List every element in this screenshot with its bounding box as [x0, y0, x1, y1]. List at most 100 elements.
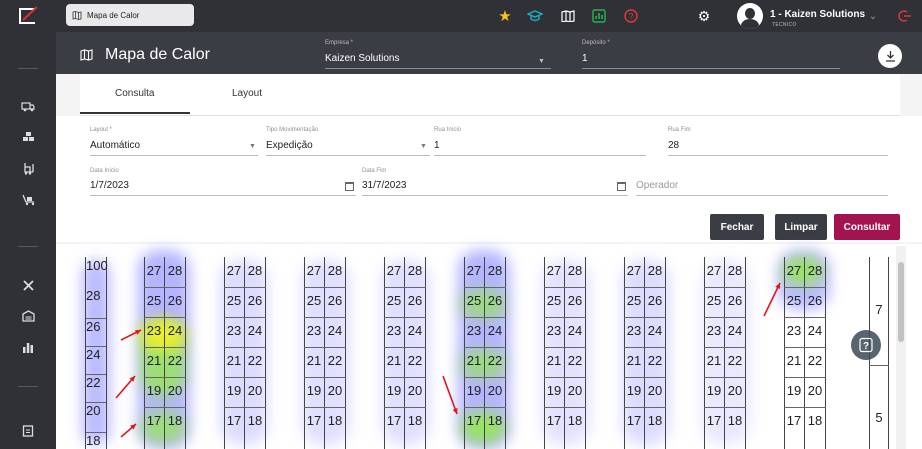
rack-slot[interactable]: 21	[784, 353, 804, 368]
rack-slot[interactable]: 20	[405, 383, 425, 398]
rack-slot[interactable]: 24	[565, 323, 585, 338]
rack-slot[interactable]: 25	[624, 293, 644, 308]
scrollbar-thumb[interactable]	[898, 262, 904, 342]
rack-slot[interactable]: 18	[245, 413, 265, 428]
rack-cell-label[interactable]: 26	[86, 318, 106, 334]
rack-slot[interactable]: 20	[325, 383, 345, 398]
download-button[interactable]	[878, 44, 902, 68]
gear-icon[interactable]: ⚙	[695, 7, 713, 25]
pallet-jack-icon[interactable]	[18, 190, 38, 210]
rack-slot[interactable]: 17	[384, 413, 404, 428]
rack-slot[interactable]: 25	[464, 293, 484, 308]
rack-slot[interactable]: 23	[304, 323, 324, 338]
rack-slot[interactable]: 24	[405, 323, 425, 338]
rack-slot[interactable]: 20	[725, 383, 745, 398]
rack-slot[interactable]: 24	[245, 323, 265, 338]
deposito-select[interactable]: 1	[582, 53, 588, 64]
rack-slot[interactable]: 23	[464, 323, 484, 338]
rack-slot[interactable]: 23	[784, 323, 804, 338]
rack-slot[interactable]: 23	[544, 323, 564, 338]
rack-slot[interactable]: 21	[384, 353, 404, 368]
rack-slot[interactable]: 25	[384, 293, 404, 308]
chevron-down-icon[interactable]: ▼	[249, 143, 256, 150]
rack-slot[interactable]: 25	[144, 293, 164, 308]
star-icon[interactable]: ★	[496, 7, 514, 25]
rack-slot[interactable]: 21	[544, 353, 564, 368]
data-inicio-input[interactable]: 1/7/2023	[90, 180, 129, 191]
avatar[interactable]	[737, 3, 763, 29]
rack-cell-label[interactable]: 18	[86, 432, 106, 448]
rack-slot[interactable]: 19	[224, 383, 244, 398]
rack-slot[interactable]: 27	[224, 263, 244, 278]
rack-slot[interactable]: 25	[544, 293, 564, 308]
rack-slot[interactable]: 19	[304, 383, 324, 398]
rack-slot[interactable]: 18	[805, 413, 825, 428]
graduation-cap-icon[interactable]	[526, 7, 544, 25]
rack-slot[interactable]: 17	[304, 413, 324, 428]
rack-slot[interactable]: 21	[624, 353, 644, 368]
rack-slot[interactable]: 19	[464, 383, 484, 398]
open-tab[interactable]: Mapa de Calor	[66, 4, 194, 26]
rack-slot[interactable]: 26	[485, 293, 505, 308]
rack-slot[interactable]: 23	[384, 323, 404, 338]
chart-icon[interactable]	[590, 7, 608, 25]
rack-slot[interactable]: 26	[405, 293, 425, 308]
bar-chart-icon[interactable]	[18, 338, 38, 358]
rack-slot[interactable]: 24	[325, 323, 345, 338]
limpar-button[interactable]: Limpar	[775, 214, 827, 240]
rack-slot[interactable]: 18	[165, 413, 185, 428]
rack-slot[interactable]: 22	[805, 353, 825, 368]
rack-slot[interactable]: 17	[144, 413, 164, 428]
rack-slot[interactable]: 25	[784, 293, 804, 308]
rack-slot[interactable]: 21	[464, 353, 484, 368]
rack-cell-label[interactable]: 7	[870, 302, 888, 317]
rack-slot[interactable]: 18	[645, 413, 665, 428]
rack-slot[interactable]: 28	[245, 263, 265, 278]
rua-fim-input[interactable]: 28	[668, 140, 679, 151]
rack-slot[interactable]: 22	[405, 353, 425, 368]
rack-slot[interactable]: 27	[544, 263, 564, 278]
rack-slot[interactable]: 20	[565, 383, 585, 398]
rack-slot[interactable]: 24	[165, 323, 185, 338]
rack-slot[interactable]: 18	[485, 413, 505, 428]
rack-slot[interactable]: 23	[704, 323, 724, 338]
rack-slot[interactable]: 22	[565, 353, 585, 368]
chevron-down-icon[interactable]: ▼	[420, 143, 427, 150]
consultar-button[interactable]: Consultar	[834, 214, 900, 240]
rack-cell-label[interactable]: 24	[86, 346, 106, 362]
rack-slot[interactable]: 27	[304, 263, 324, 278]
rack-slot[interactable]: 25	[304, 293, 324, 308]
rack-slot[interactable]: 26	[245, 293, 265, 308]
user-name[interactable]: 1 - Kaizen Solutions	[770, 9, 865, 20]
rack-slot[interactable]: 17	[624, 413, 644, 428]
rack-slot[interactable]: 17	[544, 413, 564, 428]
rack-slot[interactable]: 20	[645, 383, 665, 398]
rack-slot[interactable]: 23	[624, 323, 644, 338]
rack-slot[interactable]: 26	[725, 293, 745, 308]
rack-slot[interactable]: 26	[165, 293, 185, 308]
rack-slot[interactable]: 18	[325, 413, 345, 428]
rack-cell-label[interactable]: 28	[86, 288, 106, 303]
layout-select[interactable]: Automático	[90, 140, 140, 151]
chevron-down-icon[interactable]: ⌄	[864, 7, 882, 25]
rack-slot[interactable]: 27	[384, 263, 404, 278]
empresa-select[interactable]: Kaizen Solutions	[325, 53, 400, 64]
app-logo[interactable]	[0, 0, 56, 32]
rack-slot[interactable]: 25	[224, 293, 244, 308]
rack-slot[interactable]: 19	[544, 383, 564, 398]
rack-slot[interactable]: 20	[805, 383, 825, 398]
rack-slot[interactable]: 20	[165, 383, 185, 398]
rack-slot[interactable]: 27	[464, 263, 484, 278]
tab-consulta[interactable]: Consulta	[115, 88, 154, 99]
rack-slot[interactable]: 19	[624, 383, 644, 398]
rack-slot[interactable]: 25	[704, 293, 724, 308]
rack-slot[interactable]: 23	[224, 323, 244, 338]
tab-layout[interactable]: Layout	[232, 88, 262, 99]
rack-slot[interactable]: 19	[384, 383, 404, 398]
rack-slot[interactable]: 27	[704, 263, 724, 278]
rack-slot[interactable]: 22	[165, 353, 185, 368]
rack-slot[interactable]: 22	[325, 353, 345, 368]
rack-slot[interactable]: 19	[144, 383, 164, 398]
rack-slot[interactable]: 28	[325, 263, 345, 278]
rack-slot[interactable]: 19	[784, 383, 804, 398]
